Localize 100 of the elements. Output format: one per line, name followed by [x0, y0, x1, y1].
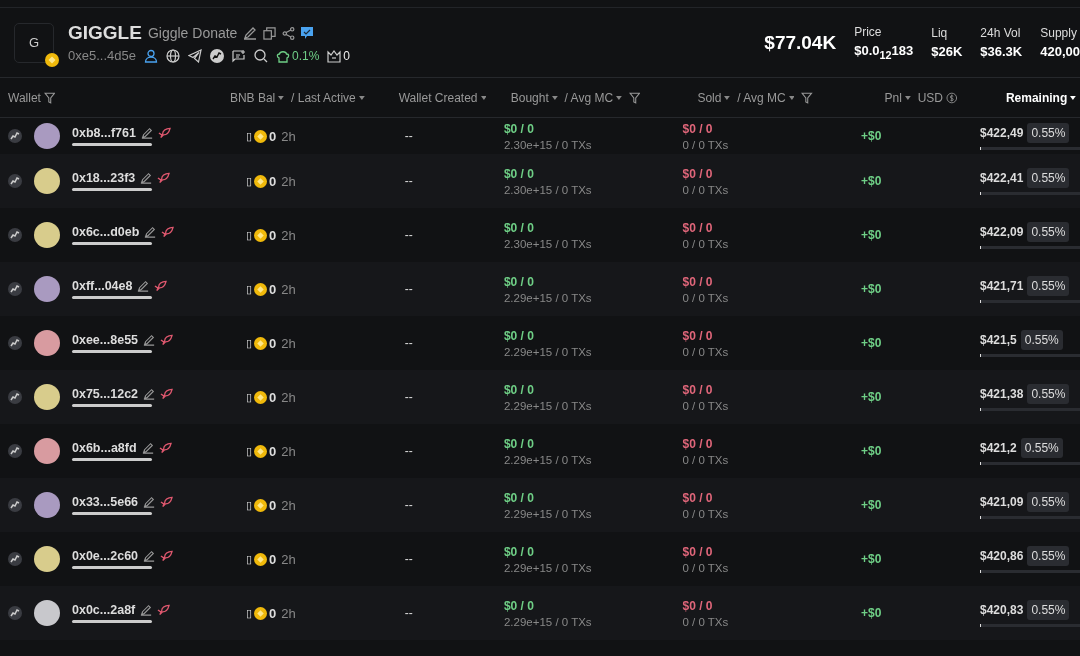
wallet-created: --: [404, 606, 413, 620]
last-active: 2h: [281, 281, 296, 297]
caret-icon[interactable]: [1070, 95, 1076, 100]
search-icon[interactable]: [253, 48, 268, 63]
edit-icon[interactable]: [143, 550, 156, 562]
wallet-address[interactable]: 0x18...23f3: [72, 171, 136, 185]
wallet-address[interactable]: 0x6b...a8fd: [72, 441, 137, 455]
last-active: 2h: [281, 335, 296, 351]
wallet-address[interactable]: 0xb8...f761: [72, 126, 136, 140]
column-header[interactable]: / Avg MC: [737, 90, 786, 105]
remaining-amount: $420,83: [980, 602, 1024, 617]
chart-icon[interactable]: [8, 174, 22, 188]
token-symbol: GIGGLE: [68, 22, 142, 44]
telegram-icon[interactable]: [187, 48, 202, 63]
last-active: 2h: [281, 173, 296, 189]
column-header[interactable]: Remaining: [1005, 90, 1068, 105]
bnb-balance: 0: [269, 443, 277, 459]
chart-icon[interactable]: [8, 498, 22, 512]
edit-icon[interactable]: [140, 604, 153, 616]
chart-icon[interactable]: [8, 444, 22, 458]
sold-amount: $0 / 0: [682, 598, 713, 613]
chart-icon[interactable]: [8, 282, 22, 296]
filter-icon[interactable]: [628, 91, 641, 104]
avatar: [34, 123, 60, 149]
pnl-value: +$0: [861, 552, 882, 566]
fish-icon: [157, 604, 171, 616]
stat-label: Liq: [931, 26, 949, 40]
avatar: [34, 330, 60, 356]
wallet-address[interactable]: 0xff...04e8: [72, 279, 133, 293]
column-header[interactable]: Pnl: [884, 90, 902, 105]
column-header[interactable]: Sold: [697, 90, 722, 105]
fish-icon: [160, 496, 174, 508]
stat-label: 24h Vol: [980, 26, 1022, 40]
chart-icon[interactable]: [8, 228, 22, 242]
edit-icon[interactable]: [141, 442, 154, 454]
avatar: [34, 384, 60, 410]
edit-icon[interactable]: [143, 496, 156, 508]
bought-amount: $0 / 0: [503, 544, 534, 559]
column-header[interactable]: Wallet: [8, 90, 41, 105]
user-icon[interactable]: [143, 48, 158, 63]
chart-icon[interactable]: [8, 606, 22, 620]
bought-detail: 2.30e+15 / 0 TXs: [503, 138, 592, 151]
missing-glyph: ▯: [246, 552, 253, 566]
wallet-address[interactable]: 0x33...5e66: [72, 495, 139, 509]
column-header[interactable]: BNB Bal: [229, 90, 276, 105]
column-header[interactable]: / Last Active: [291, 90, 356, 105]
share-icon[interactable]: [282, 26, 296, 40]
edit-icon[interactable]: [140, 127, 153, 139]
top-holders-percent: 0.1%: [291, 48, 320, 63]
stat-label: Price: [854, 24, 883, 39]
chart-icon[interactable]: [8, 336, 22, 350]
edit-icon[interactable]: [140, 172, 153, 184]
sold-detail: 0 / 0 TXs: [682, 183, 729, 196]
wallet-address[interactable]: 0x0e...2c60: [72, 549, 139, 563]
chart-icon[interactable]: [8, 129, 22, 143]
edit-icon[interactable]: [143, 388, 156, 400]
wallet-address[interactable]: 0xee...8e55: [72, 333, 139, 347]
bought-amount: $0 / 0: [503, 328, 534, 343]
missing-glyph: ▯: [246, 129, 253, 143]
edit-icon[interactable]: [137, 280, 150, 292]
sold-amount: $0 / 0: [682, 166, 713, 181]
missing-glyph: ▯: [246, 444, 253, 458]
filter-icon[interactable]: [43, 91, 56, 104]
remaining-percent: 0.55%: [1027, 491, 1070, 512]
pnl-value: +$0: [861, 129, 882, 143]
fish-icon: [157, 127, 171, 139]
wallet-address[interactable]: 0x75...12c2: [72, 387, 139, 401]
missing-glyph: ▯: [246, 498, 253, 512]
globe-icon[interactable]: [165, 48, 180, 63]
token-address[interactable]: 0xe5...4d5e: [68, 48, 136, 63]
chart-icon[interactable]: [8, 390, 22, 404]
copy-icon[interactable]: [263, 26, 277, 40]
bought-amount: $0 / 0: [503, 382, 534, 397]
chat-icon[interactable]: [231, 48, 246, 63]
chart-icon[interactable]: [209, 48, 224, 63]
filter-icon[interactable]: [801, 91, 814, 104]
wallet-address[interactable]: 0x6c...d0eb: [72, 225, 140, 239]
verified-icon: [301, 27, 314, 39]
column-header[interactable]: / Avg MC: [564, 90, 614, 105]
missing-glyph: ▯: [246, 228, 253, 242]
edit-icon[interactable]: [143, 334, 156, 346]
chart-icon[interactable]: [8, 552, 22, 566]
column-header[interactable]: Wallet Created: [398, 90, 478, 105]
currency-icon[interactable]: [945, 91, 958, 104]
edit-icon[interactable]: [243, 26, 258, 40]
fish-icon: [158, 442, 172, 454]
avatar: [34, 546, 60, 572]
wallet-address[interactable]: 0x0c...2a8f: [72, 603, 136, 617]
wallet-created: --: [404, 390, 413, 404]
edit-icon[interactable]: [144, 226, 157, 238]
sold-detail: 0 / 0 TXs: [682, 561, 729, 574]
fish-icon: [160, 388, 174, 400]
missing-glyph: ▯: [246, 336, 253, 350]
column-header[interactable]: USD: [917, 90, 943, 105]
bnb-balance: 0: [269, 335, 277, 351]
column-header[interactable]: Bought: [510, 90, 549, 105]
sold-detail: 0 / 0 TXs: [682, 345, 729, 358]
sold-amount: $0 / 0: [682, 382, 713, 397]
avatar: [34, 168, 60, 194]
avatar: [34, 492, 60, 518]
